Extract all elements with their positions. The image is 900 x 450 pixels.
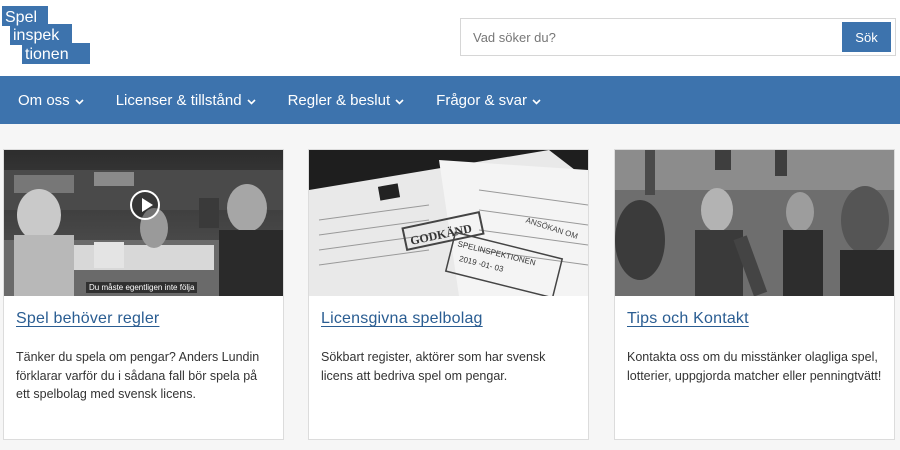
search-button[interactable]: Sök	[842, 22, 891, 52]
card-description: Kontakta oss om du misstänker olagliga s…	[627, 350, 882, 383]
logo-line-3: tionen	[25, 46, 69, 63]
video-thumbnail[interactable]: Du måste egentligen inte följa	[4, 150, 283, 296]
nav-item-label: Regler & beslut	[287, 91, 391, 109]
chevron-down-icon	[75, 92, 84, 109]
video-caption: Du måste egentligen inte följa	[86, 282, 198, 293]
card-spel-behover-regler: Du måste egentligen inte följa Spel behö…	[3, 149, 284, 440]
nav-item-regler[interactable]: Regler & beslut	[288, 92, 405, 109]
nav-item-licenser[interactable]: Licenser & tillstånd	[116, 92, 256, 109]
play-icon[interactable]	[130, 190, 160, 220]
nav-item-om-oss[interactable]: Om oss	[18, 92, 84, 109]
logo-line-1: Spel	[5, 9, 37, 26]
card-title-link[interactable]: Spel behöver regler	[16, 310, 159, 328]
card-description: Sökbart register, aktörer som har svensk…	[321, 350, 546, 383]
nav-item-label: Licenser & tillstånd	[115, 91, 242, 109]
site-header: Spel inspek tionen Sök	[0, 0, 900, 76]
spelinspektionen-logo[interactable]: Spel inspek tionen	[2, 6, 90, 64]
nav-item-fragor[interactable]: Frågor & svar	[436, 92, 541, 109]
card-licensgivna-spelbolag: GODKÄND SPELINSPEKTIONEN 2019 -01- 03 AN…	[308, 149, 589, 440]
chevron-down-icon	[532, 92, 541, 109]
search-input[interactable]	[461, 19, 841, 55]
search-box: Sök	[460, 18, 896, 56]
card-title-link[interactable]: Licensgivna spelbolag	[321, 310, 483, 328]
card-title-link[interactable]: Tips och Kontakt	[627, 310, 749, 328]
chevron-down-icon	[247, 92, 256, 109]
main-navigation: Om oss Licenser & tillstånd Regler & bes…	[0, 76, 900, 124]
chevron-down-icon	[395, 92, 404, 109]
card-description: Tänker du spela om pengar? Anders Lundin…	[16, 350, 260, 401]
cafe-people-image	[615, 150, 894, 296]
card-tips-och-kontakt: Tips och Kontakt Kontakta oss om du miss…	[614, 149, 895, 440]
nav-item-label: Om oss	[18, 91, 70, 109]
documents-image: GODKÄND SPELINSPEKTIONEN 2019 -01- 03 AN…	[309, 150, 588, 296]
nav-item-label: Frågor & svar	[436, 91, 528, 109]
logo-line-2: inspek	[13, 27, 60, 44]
